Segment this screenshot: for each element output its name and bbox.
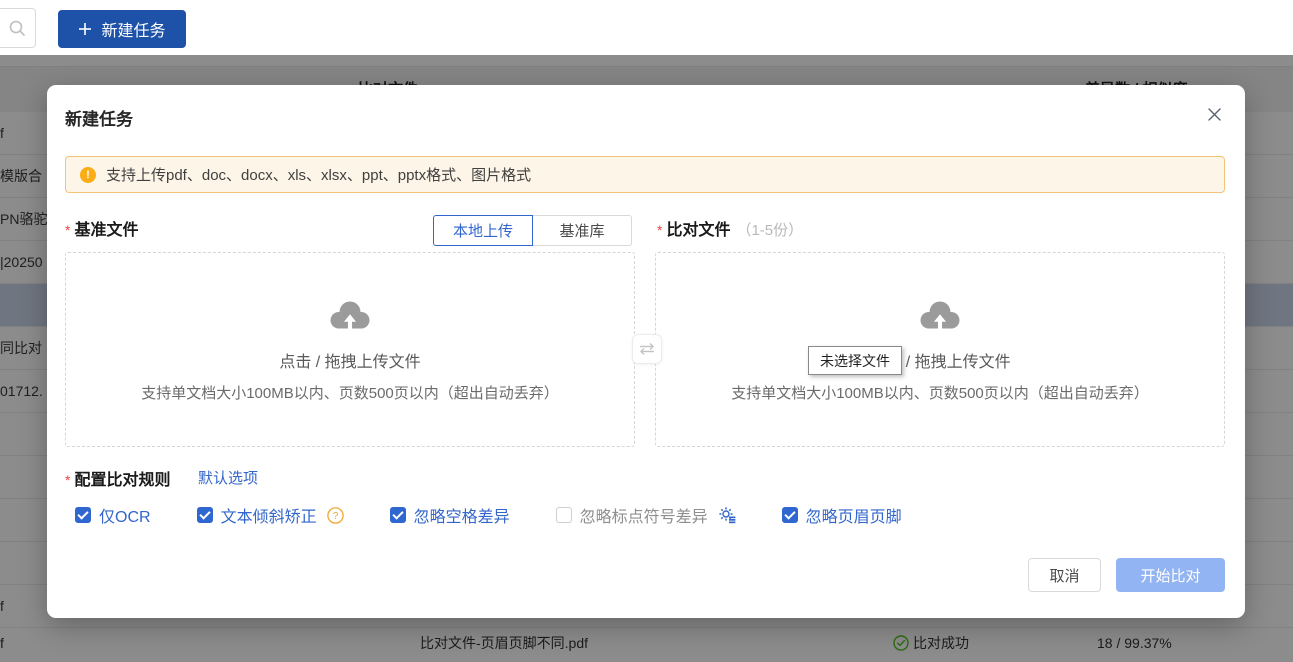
alert-text: 支持上传pdf、doc、docx、xls、xlsx、ppt、pptx格式、图片格… xyxy=(106,164,531,185)
base-file-source-tabs: 本地上传 基准库 xyxy=(433,215,632,246)
rule-text-skew-correction-label: 文本倾斜矫正 xyxy=(221,503,317,527)
tab-base-library[interactable]: 基准库 xyxy=(532,215,632,246)
new-task-button-label: 新建任务 xyxy=(101,17,165,41)
rules-options-row: 仅OCR 文本倾斜矫正? 忽略空格差异 忽略标点符号差异 忽略页眉页脚 xyxy=(75,503,902,527)
cancel-button[interactable]: 取消 xyxy=(1028,558,1101,592)
new-task-modal: 新建任务 ! 支持上传pdf、doc、docx、xls、xlsx、ppt、ppt… xyxy=(47,85,1245,618)
no-file-selected-tooltip: 未选择文件 xyxy=(808,346,902,375)
default-options-link[interactable]: 默认选项 xyxy=(198,467,258,488)
compare-file-count-hint: （1-5份） xyxy=(736,222,803,239)
upload-hint-line1: 点击 / 拖拽上传文件 xyxy=(279,348,420,372)
compare-file-section-label: *比对文件（1-5份） xyxy=(657,215,803,246)
search-box[interactable] xyxy=(0,8,36,48)
app-window: 新建任务 比对文件 差异数 / 相似度 f模版合PN骆驼|20250同比对017… xyxy=(0,0,1293,662)
required-asterisk: * xyxy=(65,222,70,238)
close-icon xyxy=(1207,107,1222,122)
svg-text:?: ? xyxy=(332,510,338,522)
upload-format-alert: ! 支持上传pdf、doc、docx、xls、xlsx、ppt、pptx格式、图… xyxy=(65,156,1225,193)
checkbox-checked[interactable] xyxy=(75,507,91,523)
base-file-section-label: *基准文件 xyxy=(65,215,138,246)
warning-icon: ! xyxy=(80,167,96,183)
upload-hint-line2: 支持单文档大小100MB以内、页数500页以内（超出自动丢弃） xyxy=(141,382,559,403)
swap-files-button[interactable] xyxy=(632,334,662,364)
checkbox-checked[interactable] xyxy=(390,507,406,523)
rule-ignore-header-footer[interactable]: 忽略页眉页脚 xyxy=(782,503,902,527)
upload-cloud-icon xyxy=(916,296,964,334)
punctuation-settings-gear-icon[interactable] xyxy=(718,506,736,524)
start-compare-button[interactable]: 开始比对 xyxy=(1116,558,1225,592)
checkbox-checked[interactable] xyxy=(782,507,798,523)
tab-local-upload[interactable]: 本地上传 xyxy=(433,215,533,246)
rule-ignore-space-diff-label: 忽略空格差异 xyxy=(414,503,510,527)
rule-ignore-punctuation-diff[interactable]: 忽略标点符号差异 xyxy=(556,503,736,527)
modal-close-button[interactable] xyxy=(1203,103,1225,125)
required-asterisk: * xyxy=(65,472,70,488)
rule-text-skew-correction[interactable]: 文本倾斜矫正? xyxy=(197,503,344,527)
new-task-button[interactable]: 新建任务 xyxy=(58,10,186,48)
rules-section-label: *配置比对规则 xyxy=(65,466,170,490)
rule-ocr-only[interactable]: 仅OCR xyxy=(75,503,151,527)
checkbox-checked[interactable] xyxy=(197,507,213,523)
upload-cloud-icon xyxy=(326,296,374,334)
required-asterisk: * xyxy=(657,222,662,238)
checkbox-unchecked[interactable] xyxy=(556,507,572,523)
search-icon xyxy=(8,19,26,37)
modal-title: 新建任务 xyxy=(65,105,133,130)
topbar: 新建任务 xyxy=(0,0,1293,55)
rule-ignore-space-diff[interactable]: 忽略空格差异 xyxy=(390,503,510,527)
rule-ignore-header-footer-label: 忽略页眉页脚 xyxy=(806,503,902,527)
swap-arrows-icon xyxy=(638,342,656,356)
rule-ignore-punctuation-diff-label: 忽略标点符号差异 xyxy=(580,503,708,527)
help-question-icon[interactable]: ? xyxy=(327,507,344,524)
upload-hint-line2: 支持单文档大小100MB以内、页数500页以内（超出自动丢弃） xyxy=(731,382,1149,403)
plus-icon xyxy=(78,22,92,36)
compare-file-dropzone[interactable]: 点击 / 拖拽上传文件 支持单文档大小100MB以内、页数500页以内（超出自动… xyxy=(655,252,1225,447)
rule-ocr-only-label: 仅OCR xyxy=(99,503,151,527)
base-file-dropzone[interactable]: 点击 / 拖拽上传文件 支持单文档大小100MB以内、页数500页以内（超出自动… xyxy=(65,252,635,447)
